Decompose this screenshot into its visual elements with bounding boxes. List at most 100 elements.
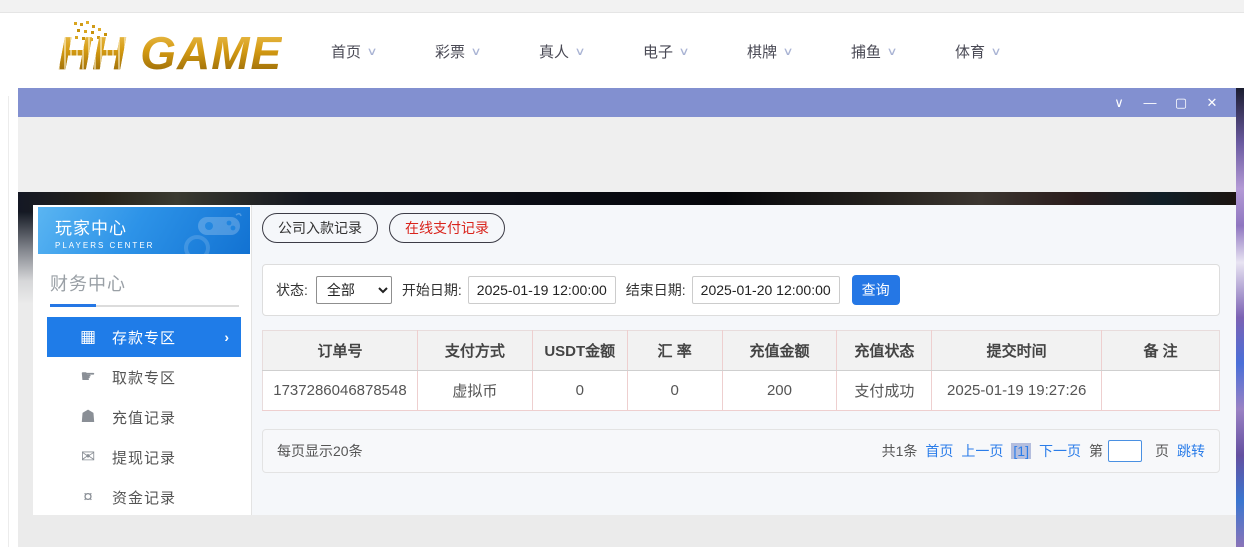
nav-item-label: 棋牌 (747, 41, 777, 62)
cell-remark (1102, 371, 1220, 411)
window-dropdown-icon[interactable]: ∨ (1108, 88, 1130, 117)
col-usdt-amount: USDT金额 (532, 331, 627, 371)
window-close-icon[interactable]: ✕ (1201, 88, 1223, 117)
col-order-no: 订单号 (263, 331, 418, 371)
sidebar-item-funds-records[interactable]: ¤ 资金记录 (47, 477, 241, 517)
chevron-down-icon: ∨ (470, 45, 481, 58)
hand-money-icon: ☛ (77, 367, 99, 387)
nav-item-label: 捕鱼 (851, 41, 881, 62)
search-button[interactable]: 查询 (852, 275, 900, 305)
chevron-down-icon: ∨ (366, 45, 377, 58)
end-date-input[interactable] (692, 276, 840, 304)
site-navbar: HH GAME 首页 ∨ 彩票 ∨ 真人 ∨ 电子 ∨ 棋牌 ∨ (0, 14, 1244, 88)
chevron-down-icon: ∨ (574, 45, 585, 58)
window-titlebar[interactable]: ∨ — ▢ ✕ (18, 88, 1236, 117)
col-pay-method: 支付方式 (417, 331, 532, 371)
sidebar-item-deposit-zone[interactable]: ▦ 存款专区 › (47, 317, 241, 357)
sidebar-item-label: 提现记录 (112, 447, 176, 468)
chevron-down-icon: ∨ (782, 45, 793, 58)
page-jump-input[interactable] (1108, 440, 1142, 462)
sidebar-item-withdraw-zone[interactable]: ☛ 取款专区 (47, 357, 241, 397)
sidebar: 玩家中心 PLAYERS CENTER 财务中心 (33, 205, 252, 515)
col-amount: 充值金额 (722, 331, 837, 371)
money-bag-icon: ☗ (77, 407, 99, 427)
finance-center-title: 财务中心 (50, 270, 251, 296)
table-header-row: 订单号 支付方式 USDT金额 汇 率 充值金额 充值状态 提交时间 备 注 (263, 331, 1220, 371)
sidebar-header: 玩家中心 PLAYERS CENTER (38, 207, 250, 254)
logo-text-game: GAME (126, 27, 282, 79)
sidebar-menu: ▦ 存款专区 › ☛ 取款专区 ☗ 充值记录 ✉ (33, 317, 251, 517)
window-empty-zone (18, 117, 1236, 192)
window-maximize-icon[interactable]: ▢ (1170, 88, 1192, 117)
end-date-label: 结束日期: (626, 280, 686, 300)
filter-bar: 状态: 全部 开始日期: 结束日期: 查询 (262, 264, 1220, 316)
current-page-indicator: [1] (1011, 443, 1031, 459)
jump-prefix-text: 第 (1089, 441, 1103, 461)
logo-text-hh: HH (58, 27, 126, 79)
cell-submit-time: 2025-01-19 19:27:26 (932, 371, 1102, 411)
nav-item-slots[interactable]: 电子 ∨ (643, 41, 747, 62)
window-minimize-icon[interactable]: — (1139, 88, 1161, 117)
sidebar-watermark-circle (184, 235, 210, 254)
nav-item-label: 电子 (643, 41, 673, 62)
nav-item-home[interactable]: 首页 ∨ (331, 41, 435, 62)
chevron-down-icon: ∨ (678, 45, 689, 58)
record-tabs: 公司入款记录 在线支付记录 (262, 212, 1220, 256)
prev-page-link[interactable]: 上一页 (961, 441, 1003, 461)
logo-text: HH GAME (58, 26, 282, 80)
sidebar-item-recharge-records[interactable]: ☗ 充值记录 (47, 397, 241, 437)
bank-card-icon: ▦ (77, 327, 99, 347)
start-date-label: 开始日期: (402, 280, 462, 300)
nav-item-label: 彩票 (435, 41, 465, 62)
tab-online-payment-records[interactable]: 在线支付记录 (389, 213, 505, 243)
jump-button[interactable]: 跳转 (1177, 441, 1205, 461)
cell-order-no: 1737286046878548 (263, 371, 418, 411)
site-logo[interactable]: HH GAME (16, 20, 296, 82)
background-artwork-strip (1236, 88, 1244, 547)
status-label: 状态: (276, 280, 308, 300)
nav-item-label: 首页 (331, 41, 361, 62)
col-submit-time: 提交时间 (932, 331, 1102, 371)
screen: HH GAME 首页 ∨ 彩票 ∨ 真人 ∨ 电子 ∨ 棋牌 ∨ (0, 0, 1244, 547)
purse-icon: ¤ (77, 487, 99, 507)
logo-sparkle-dots (74, 22, 77, 25)
page-left-divider (8, 96, 9, 547)
jump-suffix-text: 页 (1155, 441, 1169, 461)
content-area: 公司入款记录 在线支付记录 状态: 全部 开始日期: 结束日期: 查询 (252, 205, 1236, 515)
browser-top-strip (0, 0, 1244, 13)
first-page-link[interactable]: 首页 (925, 441, 953, 461)
payment-records-table: 订单号 支付方式 USDT金额 汇 率 充值金额 充值状态 提交时间 备 注 (262, 330, 1220, 411)
table-row: 1737286046878548 虚拟币 0 0 200 支付成功 2025-0… (263, 371, 1220, 411)
player-center-panel: 玩家中心 PLAYERS CENTER 财务中心 (33, 205, 1236, 515)
next-page-link[interactable]: 下一页 (1039, 441, 1081, 461)
sidebar-item-label: 资金记录 (112, 487, 176, 508)
finance-title-underline (50, 305, 239, 307)
col-status: 充值状态 (837, 331, 932, 371)
window-body: 玩家中心 PLAYERS CENTER 财务中心 (18, 212, 1236, 547)
gamepad-icon (196, 213, 242, 239)
nav-item-label: 体育 (955, 41, 985, 62)
cell-status: 支付成功 (837, 371, 932, 411)
chevron-right-icon: › (224, 329, 229, 345)
player-center-window: ∨ — ▢ ✕ 玩家中心 PLAYERS CENTER (18, 88, 1236, 547)
nav-item-lottery[interactable]: 彩票 ∨ (435, 41, 539, 62)
sidebar-item-label: 取款专区 (112, 367, 176, 388)
nav-item-fishing[interactable]: 捕鱼 ∨ (851, 41, 955, 62)
start-date-input[interactable] (468, 276, 616, 304)
chevron-down-icon: ∨ (886, 45, 897, 58)
left-shadow-fade (18, 212, 33, 304)
total-count-text: 共1条 (882, 441, 918, 461)
pagination-controls: 共1条 首页 上一页 [1] 下一页 第 页 跳转 (874, 440, 1205, 462)
cell-pay-method: 虚拟币 (417, 371, 532, 411)
nav-item-chess[interactable]: 棋牌 ∨ (747, 41, 851, 62)
nav-item-sports[interactable]: 体育 ∨ (955, 41, 1059, 62)
sidebar-item-withdrawal-records[interactable]: ✉ 提现记录 (47, 437, 241, 477)
page-size-text: 每页显示20条 (277, 441, 363, 461)
cell-amount: 200 (722, 371, 837, 411)
sidebar-item-label: 存款专区 (112, 327, 176, 348)
status-select[interactable]: 全部 (316, 276, 392, 304)
cell-rate: 0 (627, 371, 722, 411)
tab-company-deposit-records[interactable]: 公司入款记录 (262, 213, 378, 243)
nav-item-live[interactable]: 真人 ∨ (539, 41, 643, 62)
main-menu: 首页 ∨ 彩票 ∨ 真人 ∨ 电子 ∨ 棋牌 ∨ 捕鱼 ∨ (331, 14, 1059, 88)
